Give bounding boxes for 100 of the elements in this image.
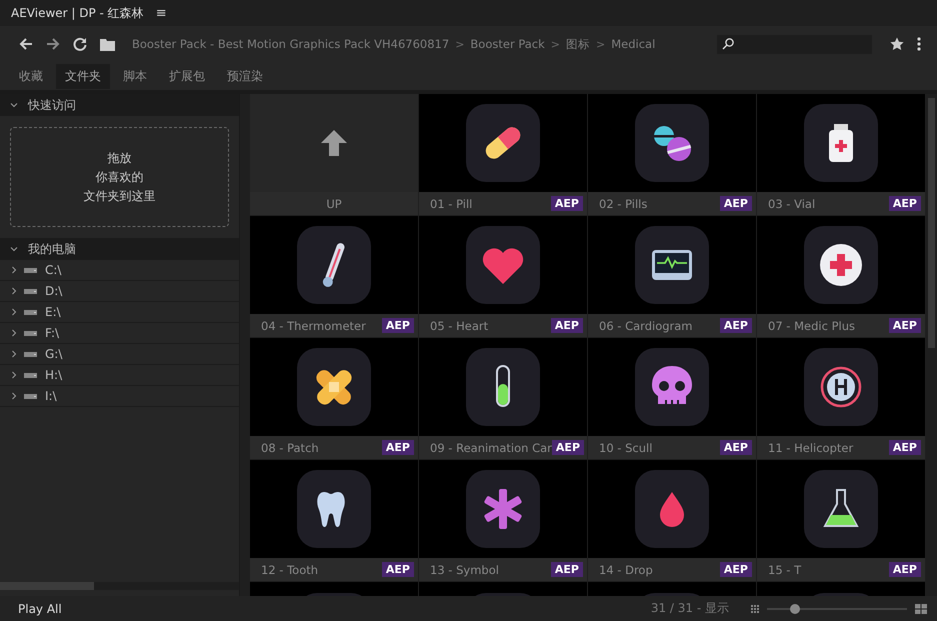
tile-label: UP (326, 196, 342, 210)
breadcrumb-link[interactable]: 图标 (566, 36, 590, 52)
file-type-badge: AEP (720, 196, 752, 211)
back-arrow-icon[interactable] (19, 37, 33, 51)
search-icon (722, 38, 734, 50)
asterisk-icon (466, 470, 540, 548)
scrollbar-thumb[interactable] (928, 98, 935, 348)
tab[interactable]: 收藏 (10, 64, 52, 88)
tile-label: 09 - Reanimation Car (430, 440, 552, 454)
breadcrumb-link[interactable]: Booster Pack - Best Motion Graphics Pack VH46760817 (132, 37, 450, 51)
template-tile[interactable]: 15 - T AEP (757, 460, 925, 581)
menu-button[interactable]: ≡ (154, 6, 169, 20)
file-type-badge: AEP (720, 440, 752, 455)
star-icon[interactable] (890, 37, 904, 51)
drop-zone[interactable]: 拖放 你喜欢的 文件夹到这里 (10, 127, 229, 227)
refresh-icon[interactable] (73, 37, 87, 51)
test-tube-icon (466, 348, 540, 426)
drive-label: C:\ (45, 263, 62, 277)
drive-label: G:\ (45, 347, 62, 361)
section-header[interactable]: 快速访问 (0, 94, 239, 116)
tab[interactable]: 文件夹 (56, 64, 110, 88)
tile-label: 10 - Scull (599, 440, 652, 454)
drive-icon (24, 268, 37, 272)
slider-thumb[interactable] (790, 604, 800, 614)
bandage-icon (297, 348, 371, 426)
tab[interactable]: 预渲染 (218, 64, 272, 88)
forward-arrow-icon[interactable] (46, 37, 60, 51)
cross-icon (804, 226, 878, 304)
drive-item[interactable]: H:\ (0, 365, 239, 386)
drive-icon (24, 352, 37, 356)
search-field[interactable] (717, 34, 872, 54)
template-tile[interactable]: 03 - Vial AEP (757, 94, 925, 215)
file-type-badge: AEP (720, 318, 752, 333)
helipad-icon (804, 348, 878, 426)
tile-label: 13 - Symbol (430, 562, 499, 576)
breadcrumb-link[interactable]: Booster Pack (470, 37, 545, 51)
breadcrumb-separator: > (596, 38, 606, 50)
drop-hint: 拖放 你喜欢的 文件夹到这里 (84, 150, 156, 204)
window-title: AEViewer | DP - 红森林 (11, 4, 144, 22)
file-type-badge: AEP (888, 562, 921, 577)
breadcrumb-separator: > (455, 38, 464, 50)
template-tile[interactable]: 12 - Tooth AEP (250, 460, 418, 581)
breadcrumb-separator: > (550, 38, 560, 50)
template-tile[interactable]: 05 - Heart AEP (419, 216, 587, 337)
drive-item[interactable]: F:\ (0, 323, 239, 344)
folder-icon[interactable] (100, 38, 115, 50)
section-title: 我的电脑 (28, 240, 76, 258)
file-type-badge: AEP (888, 318, 921, 333)
file-type-badge: AEP (382, 318, 414, 333)
section-header[interactable]: 我的电脑 (0, 238, 239, 260)
monitor-icon (635, 226, 709, 304)
tile-label: 02 - Pills (599, 196, 648, 210)
file-type-badge: AEP (550, 318, 583, 333)
tile-label: 03 - Vial (768, 196, 816, 210)
tile-label: 11 - Helicopter (768, 440, 854, 454)
thermometer-icon (297, 226, 371, 304)
template-tile[interactable]: 06 - Cardiogram AEP (588, 216, 756, 337)
drive-label: H:\ (45, 368, 62, 382)
tablets-icon (635, 104, 709, 182)
tile-label: 15 - T (768, 562, 802, 576)
drive-item[interactable]: E:\ (0, 302, 239, 323)
file-type-badge: AEP (382, 440, 414, 455)
template-tile[interactable]: 09 - Reanimation Car AEP (419, 338, 587, 459)
small-grid-icon[interactable] (751, 604, 759, 612)
drive-icon (24, 372, 37, 378)
skull-icon (635, 348, 709, 426)
tile-label: 07 - Medic Plus (768, 318, 855, 332)
template-tile[interactable]: 10 - Scull AEP (588, 338, 756, 459)
drive-item[interactable]: C:\ (0, 260, 239, 281)
section-title: 快速访问 (28, 96, 76, 114)
tab[interactable]: 脚本 (114, 64, 156, 88)
template-tile[interactable]: 07 - Medic Plus AEP (757, 216, 925, 337)
drive-item[interactable]: I:\ (0, 386, 239, 407)
more-options-icon[interactable] (917, 37, 921, 51)
tile-label: 04 - Thermometer (261, 318, 366, 332)
drive-label: E:\ (45, 305, 61, 319)
tile-label: 08 - Patch (261, 440, 319, 454)
template-tile[interactable]: 01 - Pill AEP (419, 94, 587, 215)
template-tile[interactable]: 08 - Patch AEP (250, 338, 418, 459)
flask-icon (804, 470, 878, 548)
template-tile[interactable]: 02 - Pills AEP (588, 94, 756, 215)
drive-label: F:\ (45, 326, 60, 340)
tile-label: 05 - Heart (430, 318, 488, 332)
scrollbar-thumb[interactable] (0, 582, 94, 590)
up-arrow-icon (321, 130, 347, 156)
tab[interactable]: 扩展包 (160, 64, 214, 88)
drive-item[interactable]: D:\ (0, 281, 239, 302)
tile-label: 06 - Cardiogram (599, 318, 693, 332)
drive-icon (24, 310, 37, 314)
file-type-badge: AEP (720, 562, 752, 577)
tile-label: 14 - Drop (599, 562, 653, 576)
play-all-button[interactable]: Play All (8, 600, 72, 618)
template-tile[interactable]: 04 - Thermometer AEP (250, 216, 418, 337)
template-tile[interactable]: 14 - Drop AEP (588, 460, 756, 581)
drive-item[interactable]: G:\ (0, 344, 239, 365)
template-tile[interactable]: 11 - Helicopter AEP (757, 338, 925, 459)
drive-icon (24, 394, 37, 398)
template-tile[interactable]: 13 - Symbol AEP (419, 460, 587, 581)
breadcrumb-link[interactable]: Medical (611, 37, 656, 51)
large-grid-icon[interactable] (915, 604, 927, 614)
